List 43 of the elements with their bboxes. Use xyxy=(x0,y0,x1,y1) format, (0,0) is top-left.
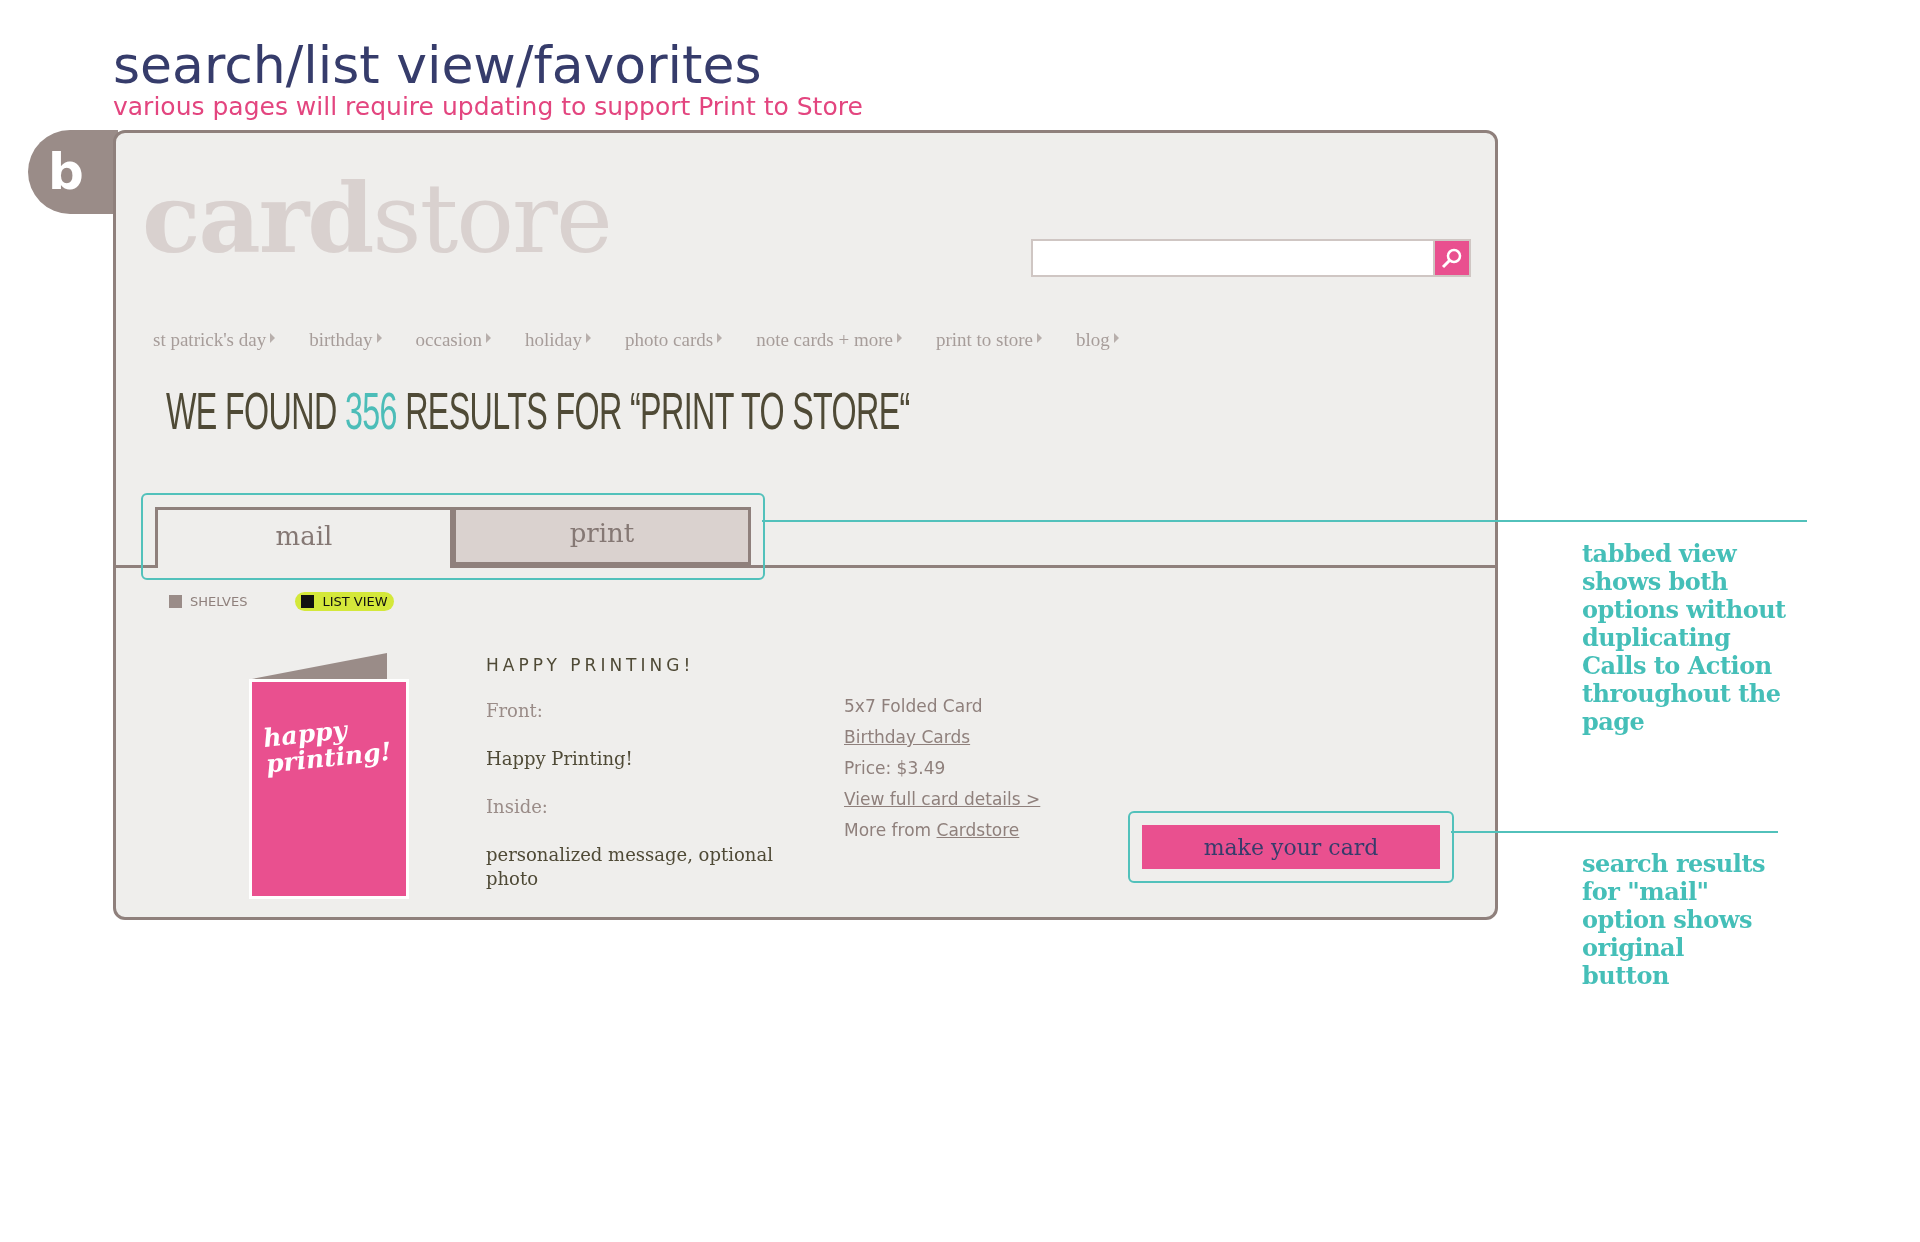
option-tab[interactable]: print xyxy=(453,507,751,565)
nav-menu-item[interactable]: st patrick's day xyxy=(153,329,276,351)
card-thumbnail[interactable]: happy printing! xyxy=(249,679,409,899)
front-label: Front: xyxy=(486,699,544,723)
caret-icon xyxy=(1113,333,1119,343)
nav-menu-item[interactable]: photo cards xyxy=(625,329,723,351)
search-field[interactable] xyxy=(1031,239,1435,277)
option-tab[interactable]: mail xyxy=(155,507,453,568)
view-toggle[interactable]: LIST VIEW xyxy=(295,592,394,611)
more-from-text: More from Cardstore xyxy=(844,820,1021,840)
nav-menu-item[interactable]: note cards + more xyxy=(756,329,902,351)
category-link[interactable]: Birthday Cards xyxy=(844,727,1064,747)
view-toggle[interactable]: SHELVES xyxy=(163,592,254,611)
search-button[interactable] xyxy=(1435,239,1471,277)
annotation-note: tabbed view shows both options without duplicating Calls to Action throughout the page xyxy=(1582,540,1786,736)
search-icon xyxy=(1440,246,1464,270)
front-value: Happy Printing! xyxy=(486,747,634,771)
card-size: 5x7 Folded Card xyxy=(844,696,984,716)
card-cover-text: happy printing! xyxy=(262,714,394,778)
square-icon xyxy=(169,595,182,608)
caret-icon xyxy=(1037,333,1043,343)
caret-icon xyxy=(486,333,491,343)
caret-icon xyxy=(896,333,902,343)
brand-link[interactable]: Cardstore xyxy=(936,820,1020,840)
nav-menu-item[interactable]: blog xyxy=(1076,329,1119,351)
nav-menu-item[interactable]: print to store xyxy=(935,329,1043,351)
nav-menu-item[interactable]: birthday xyxy=(309,329,382,351)
price: Price: $3.49 xyxy=(844,758,947,778)
inside-value: personalized message, optional photo xyxy=(486,843,774,891)
nav-menu-item[interactable]: holiday xyxy=(525,329,591,351)
results-heading: WE FOUND 356 RESULTS FOR “PRINT TO STORE“ xyxy=(166,381,910,441)
section-badge: b xyxy=(28,130,118,214)
caret-icon xyxy=(376,333,382,343)
card-details-link[interactable]: View full card details > xyxy=(844,789,1064,809)
caret-icon xyxy=(270,333,276,343)
make-your-card-button[interactable]: make your card xyxy=(1142,825,1440,869)
nav-menu-item[interactable]: occasion xyxy=(415,329,491,351)
annotation-note: search results for "mail" option shows original button xyxy=(1582,850,1765,990)
square-icon xyxy=(301,595,315,608)
caret-icon xyxy=(717,333,723,343)
product-title: HAPPY PRINTING! xyxy=(486,654,696,677)
inside-label: Inside: xyxy=(486,795,549,819)
caret-icon xyxy=(586,333,591,343)
